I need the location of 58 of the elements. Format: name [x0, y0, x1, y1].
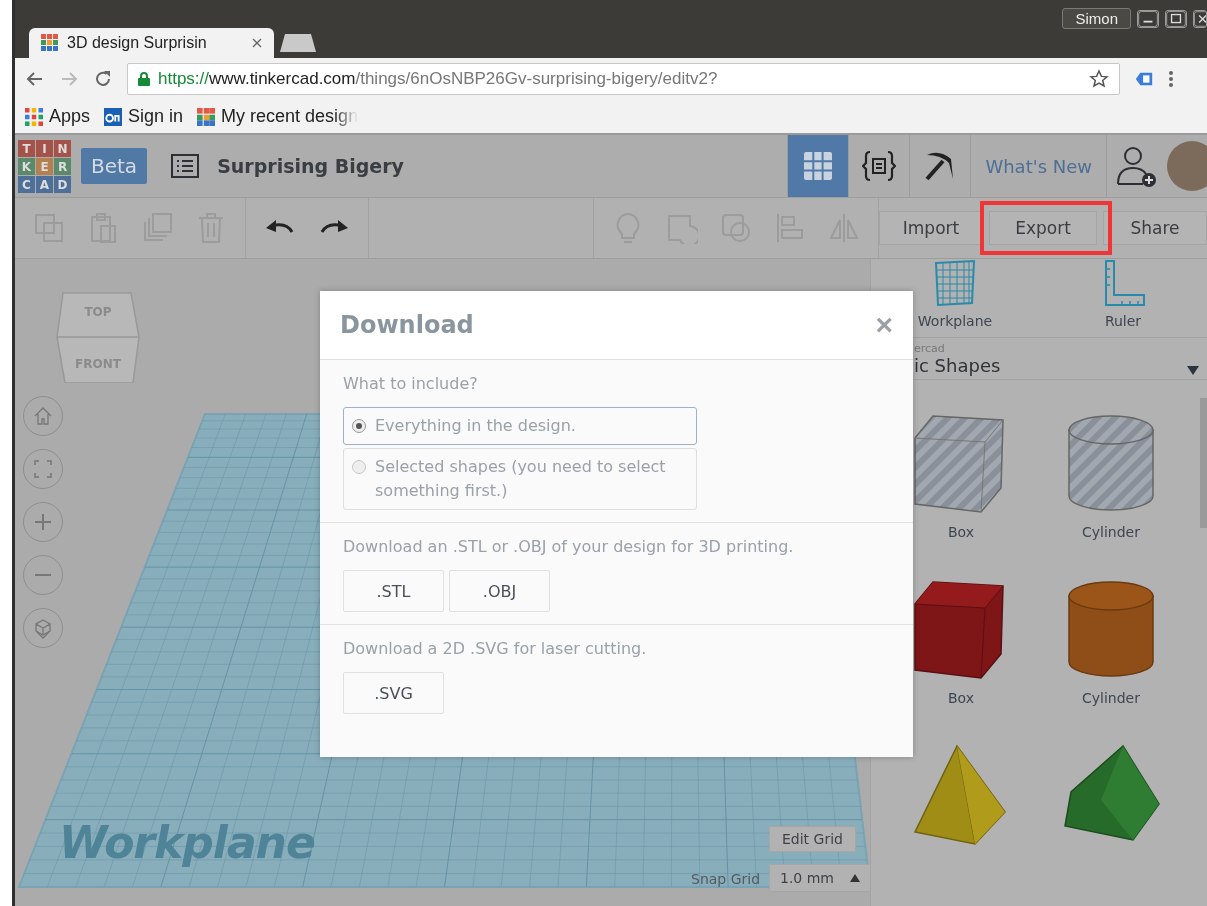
shape-label: Box — [948, 524, 974, 540]
download-button[interactable]: .SVG — [343, 672, 444, 714]
download-button[interactable]: .STL — [343, 570, 444, 612]
home-icon — [32, 405, 54, 427]
edit-grid-button[interactable]: Edit Grid — [769, 826, 856, 852]
new-tab-button[interactable] — [280, 34, 316, 52]
question-text: What to include? — [343, 374, 479, 393]
close-icon[interactable] — [252, 38, 262, 48]
zoom-in-icon — [32, 511, 54, 533]
browser-tab[interactable]: 3D design Surprisin — [29, 28, 274, 58]
code-blocks-icon — [862, 149, 897, 183]
bookmark-item[interactable]: Apps — [25, 106, 91, 127]
minimize-button[interactable] — [1137, 9, 1159, 28]
shape-label: Box — [948, 690, 974, 706]
section-text: Download an .STL or .OBJ of your design for 3D printing. — [343, 537, 795, 556]
address-bar[interactable]: https://www.tinkercad.com/things/6nOsNBP26Gv-surprising-bigery/editv2? — [127, 63, 1120, 95]
library-category[interactable]: ic Shapes — [914, 354, 1207, 376]
caret-icon — [850, 874, 860, 882]
snap-grid-label: Snap Grid — [691, 871, 761, 887]
close-button[interactable] — [1193, 9, 1207, 28]
view-cube-drawing[interactable] — [55, 291, 141, 383]
beta-badge: Beta — [81, 148, 148, 184]
download-button[interactable]: .OBJ — [449, 570, 550, 612]
panel-tool[interactable]: Ruler — [1039, 259, 1207, 337]
profile-button[interactable]: Simon — [1062, 8, 1131, 29]
design-title: Surprising Bigery — [217, 155, 404, 177]
dialog-title: Download — [340, 311, 474, 339]
site-icon — [104, 107, 123, 126]
bookmark-item[interactable]: Sign in — [104, 106, 184, 127]
snap-grid-dropdown[interactable]: 1.0 mm — [769, 864, 871, 892]
tab-title: 3D design Surprisin — [67, 34, 207, 52]
grid-plane-icon — [932, 259, 978, 307]
menu-icon[interactable] — [1168, 69, 1174, 89]
library-source: ercad — [914, 341, 946, 355]
bookmark-item[interactable]: My recent design — [197, 106, 359, 127]
fit-view-icon — [32, 458, 54, 480]
shape-label: Cylinder — [1082, 524, 1140, 540]
add-user-icon[interactable] — [1115, 144, 1159, 188]
apps-grid-icon — [25, 107, 43, 126]
reload-icon[interactable] — [93, 69, 113, 89]
workplane-label: Workplane — [59, 817, 315, 868]
favicon-icon — [41, 34, 59, 52]
lock-icon — [138, 72, 150, 86]
logo[interactable]: T I N K E R C A D — [18, 140, 71, 193]
url-text: https://www.tinkercad.com/things/6nOsNBP26Gv-surprising-bigery/editv2? — [158, 69, 718, 89]
toolbar-button[interactable]: Share — [1103, 211, 1207, 245]
section-text: Download a 2D .SVG for laser cutting. — [343, 639, 648, 658]
site-icon — [197, 107, 216, 126]
maximize-button[interactable] — [1165, 9, 1187, 28]
dropdown-caret-icon[interactable] — [1187, 366, 1199, 375]
list-icon[interactable] — [171, 154, 200, 178]
avatar[interactable] — [1167, 141, 1207, 191]
toolbar-button[interactable]: Import — [879, 211, 983, 245]
perspective-icon — [32, 617, 54, 639]
toolbar-button[interactable]: Export — [989, 211, 1097, 245]
scrollbar[interactable] — [1200, 398, 1207, 528]
star-icon[interactable] — [1089, 69, 1109, 89]
shape-label: Cylinder — [1082, 690, 1140, 706]
